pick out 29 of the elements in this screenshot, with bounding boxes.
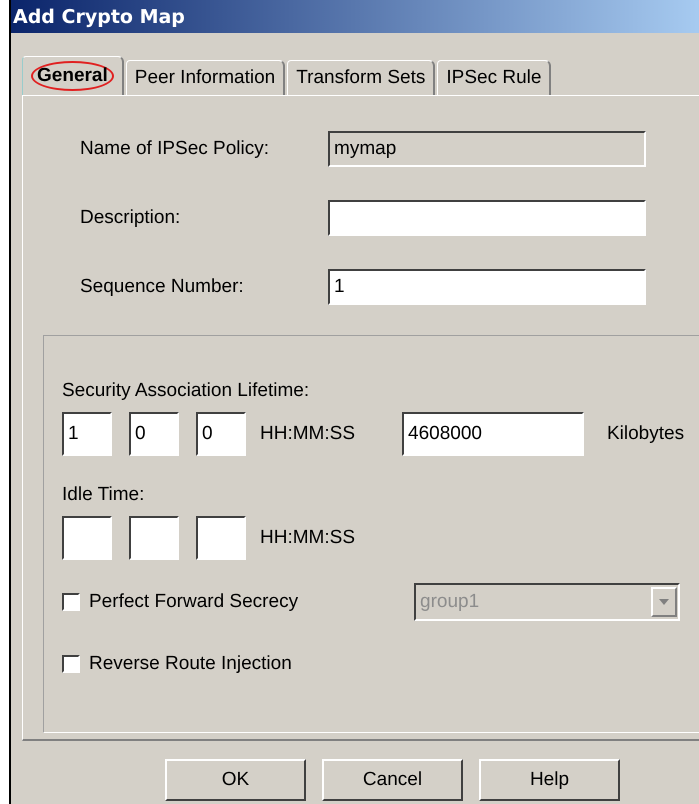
- tab[interactable]: General: [22, 56, 124, 95]
- dialog-button[interactable]: Help: [479, 759, 620, 801]
- unit-label: HH:MM:SS: [260, 423, 355, 445]
- window-title: Add Crypto Map: [11, 0, 699, 33]
- time-field[interactable]: [62, 516, 112, 560]
- dialog-button[interactable]: OK: [165, 759, 306, 801]
- unit-label: HH:MM:SS: [260, 527, 355, 549]
- input-field[interactable]: 1: [328, 269, 646, 305]
- time-field[interactable]: [129, 516, 179, 560]
- tab[interactable]: IPSec Rule: [437, 60, 552, 95]
- input-field[interactable]: [328, 200, 646, 236]
- dialog-button[interactable]: Cancel: [322, 759, 463, 801]
- checkbox-label: Perfect Forward Secrecy: [89, 591, 300, 613]
- field-label: Name of IPSec Policy:: [80, 138, 270, 160]
- field-label: Description:: [80, 207, 182, 229]
- time-field[interactable]: 0: [129, 412, 179, 456]
- section-label: Security Association Lifetime:: [62, 380, 310, 402]
- tab[interactable]: Transform Sets: [287, 60, 436, 95]
- checkbox[interactable]: [62, 593, 80, 611]
- field-label: Sequence Number:: [80, 276, 245, 298]
- time-field[interactable]: [196, 516, 246, 560]
- input-field[interactable]: 4608000: [402, 412, 584, 456]
- unit-label: Kilobytes: [607, 423, 684, 445]
- time-field[interactable]: 1: [62, 412, 112, 456]
- checkbox[interactable]: [62, 655, 80, 673]
- section-label: Idle Time:: [62, 484, 146, 506]
- checkbox-label: Reverse Route Injection: [89, 653, 293, 675]
- time-field[interactable]: 0: [196, 412, 246, 456]
- tab[interactable]: Peer Information: [126, 60, 286, 95]
